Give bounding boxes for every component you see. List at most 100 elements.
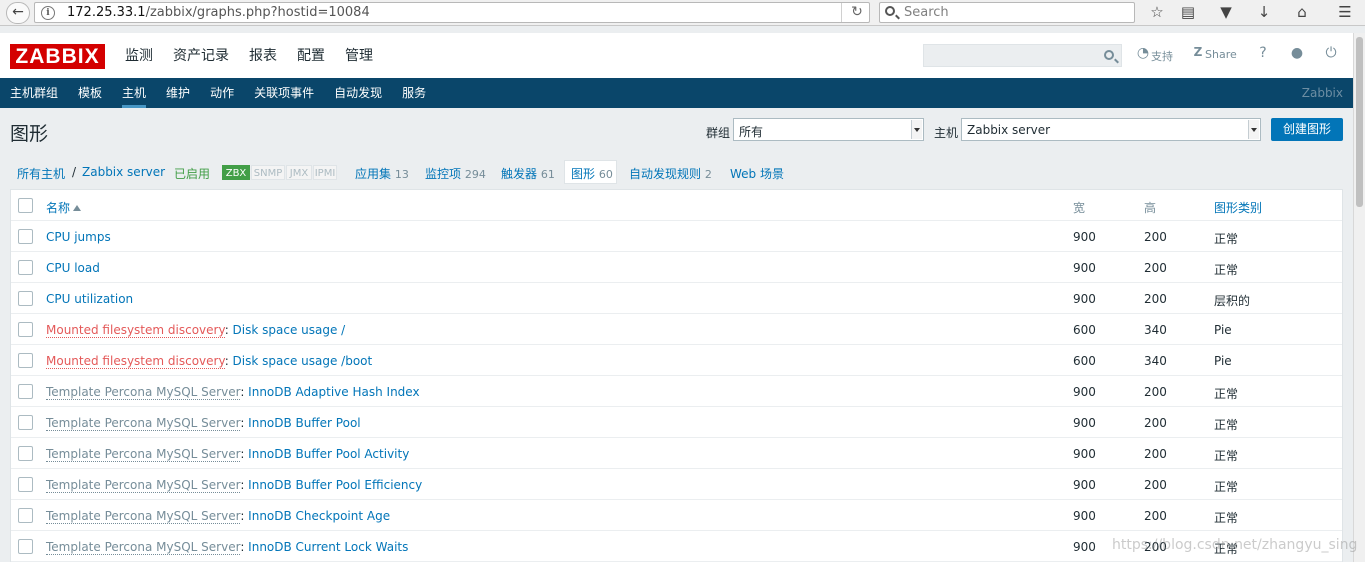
graph-name-link[interactable]: InnoDB Buffer Pool (248, 416, 360, 430)
graph-name-link[interactable]: CPU jumps (46, 230, 111, 244)
row-checkbox[interactable] (18, 229, 33, 244)
row-checkbox[interactable] (18, 291, 33, 306)
tab-triggers[interactable]: 触发器 61 (501, 165, 555, 182)
tab-triggers-count: 61 (540, 168, 555, 181)
menu-administration[interactable]: 管理 (345, 46, 373, 66)
column-header-name[interactable]: 名称 (46, 199, 82, 216)
back-button[interactable]: ← (6, 2, 30, 24)
column-header-height: 高 (1144, 201, 1157, 215)
url-path: /zabbix/graphs.php?hostid=10084 (145, 5, 370, 20)
graph-name-link[interactable]: Disk space usage / (233, 323, 346, 337)
host-select[interactable]: Zabbix server (961, 118, 1261, 141)
watermark: https://blog.csdn.net/zhangyu_sing (1112, 537, 1358, 553)
graph-parent-link[interactable]: Mounted filesystem discovery (46, 323, 225, 338)
submenu-templates[interactable]: 模板 (78, 78, 102, 108)
scrollbar-thumb[interactable] (1356, 37, 1363, 207)
submenu-services[interactable]: 服务 (402, 78, 426, 108)
reading-list-icon[interactable]: ▤ (1177, 2, 1199, 22)
table-row: Mounted filesystem discovery: Disk space… (11, 345, 1342, 376)
row-checkbox[interactable] (18, 446, 33, 461)
submenu-actions[interactable]: 动作 (210, 78, 234, 108)
tab-applications[interactable]: 应用集 13 (355, 165, 409, 182)
submenu-host-groups[interactable]: 主机群组 (10, 78, 58, 108)
graph-parent-link[interactable]: Template Percona MySQL Server (46, 416, 241, 431)
header-search-input[interactable] (923, 44, 1122, 67)
create-graph-button[interactable]: 创建图形 (1271, 118, 1343, 141)
submenu-hosts[interactable]: 主机 (122, 78, 147, 108)
bookmark-star-icon[interactable]: ☆ (1146, 2, 1168, 22)
submenu-correlation[interactable]: 关联项事件 (254, 78, 314, 108)
column-header-graph-type[interactable]: 图形类别 (1214, 199, 1262, 216)
tab-graphs-label: 图形 (571, 167, 596, 181)
graph-name-link[interactable]: CPU load (46, 261, 100, 275)
submenu-discovery[interactable]: 自动发现 (334, 78, 382, 108)
submenu-maintenance[interactable]: 维护 (166, 78, 190, 108)
graph-parent-link[interactable]: Template Percona MySQL Server (46, 447, 241, 462)
url-bar[interactable]: i 172.25.33.1/zabbix/graphs.php?hostid=1… (34, 2, 870, 23)
page-scrollbar[interactable] (1353, 33, 1365, 562)
graph-parent-link[interactable]: Template Percona MySQL Server (46, 385, 241, 400)
graph-name-link[interactable]: CPU utilization (46, 292, 133, 306)
row-checkbox[interactable] (18, 477, 33, 492)
tab-discovery-rules[interactable]: 自动发现规则 2 (629, 165, 712, 182)
home-icon[interactable]: ⌂ (1291, 2, 1313, 22)
logout-icon[interactable]: ⏻ (1322, 45, 1340, 61)
group-select[interactable]: 所有 (733, 118, 924, 141)
menu-reports[interactable]: 报表 (249, 46, 277, 66)
graph-type-cell: 正常 (1214, 418, 1239, 432)
host-status-enabled[interactable]: 已启用 (174, 165, 210, 182)
graph-name-cell: Mounted filesystem discovery: Disk space… (46, 354, 373, 369)
menu-icon[interactable]: ☰ (1334, 2, 1356, 22)
row-checkbox[interactable] (18, 260, 33, 275)
row-checkbox[interactable] (18, 353, 33, 368)
support-link[interactable]: 支持 (1151, 48, 1173, 64)
reload-icon[interactable]: ↻ (847, 3, 867, 22)
breadcrumb-host[interactable]: Zabbix server (82, 165, 165, 179)
graph-width-cell: 900 (1073, 261, 1096, 275)
row-checkbox[interactable] (18, 322, 33, 337)
pocket-icon[interactable]: ▼ (1215, 2, 1237, 22)
graph-type-cell: 正常 (1214, 449, 1239, 463)
row-checkbox[interactable] (18, 539, 33, 554)
support-icon[interactable]: ◔ (1134, 45, 1152, 61)
row-checkbox[interactable] (18, 384, 33, 399)
user-profile-icon[interactable]: ● (1288, 45, 1306, 61)
help-icon[interactable]: ? (1254, 45, 1272, 61)
row-checkbox[interactable] (18, 415, 33, 430)
download-icon[interactable]: ↓ (1253, 2, 1275, 22)
browser-search-input[interactable]: Search (879, 2, 1135, 23)
tab-web-scenarios[interactable]: Web 场景 (730, 165, 784, 182)
graph-name-link[interactable]: InnoDB Checkpoint Age (248, 509, 390, 523)
graph-name-link[interactable]: Disk space usage /boot (233, 354, 373, 368)
table-row: Template Percona MySQL Server: InnoDB Ch… (11, 500, 1342, 531)
graph-name-link[interactable]: InnoDB Adaptive Hash Index (248, 385, 419, 399)
graph-parent-link[interactable]: Template Percona MySQL Server (46, 478, 241, 493)
graph-width-cell: 600 (1073, 354, 1096, 368)
graph-name-link[interactable]: InnoDB Buffer Pool Efficiency (248, 478, 422, 492)
breadcrumb-all-hosts[interactable]: 所有主机 (17, 165, 65, 182)
select-all-checkbox[interactable] (18, 198, 33, 213)
main-menu: 监测 资产记录 报表 配置 管理 (125, 46, 393, 66)
menu-configuration[interactable]: 配置 (297, 46, 325, 66)
graph-parent-link[interactable]: Template Percona MySQL Server (46, 540, 241, 555)
graph-width-cell: 900 (1073, 540, 1096, 554)
graph-name-link[interactable]: InnoDB Current Lock Waits (248, 540, 408, 554)
graph-name-cell: Template Percona MySQL Server: InnoDB Cu… (46, 540, 408, 555)
column-header-name-label: 名称 (46, 201, 71, 215)
table-row: Template Percona MySQL Server: InnoDB Bu… (11, 407, 1342, 438)
menu-inventory[interactable]: 资产记录 (173, 46, 229, 66)
search-icon (885, 6, 895, 16)
graph-parent-link[interactable]: Mounted filesystem discovery (46, 354, 225, 369)
menu-monitoring[interactable]: 监测 (125, 46, 153, 66)
graph-parent-link[interactable]: Template Percona MySQL Server (46, 509, 241, 524)
graph-width-cell: 900 (1073, 230, 1096, 244)
graph-name-cell: Template Percona MySQL Server: InnoDB Ch… (46, 509, 390, 524)
row-checkbox[interactable] (18, 508, 33, 523)
tab-graphs[interactable]: 图形 60 (571, 165, 613, 182)
search-icon[interactable] (1104, 50, 1114, 60)
share-link[interactable]: Share (1205, 48, 1237, 61)
info-icon[interactable]: i (41, 6, 55, 20)
graph-name-link[interactable]: InnoDB Buffer Pool Activity (248, 447, 409, 461)
tab-items[interactable]: 监控项 294 (425, 165, 486, 182)
zabbix-logo[interactable]: ZABBIX (10, 44, 105, 69)
